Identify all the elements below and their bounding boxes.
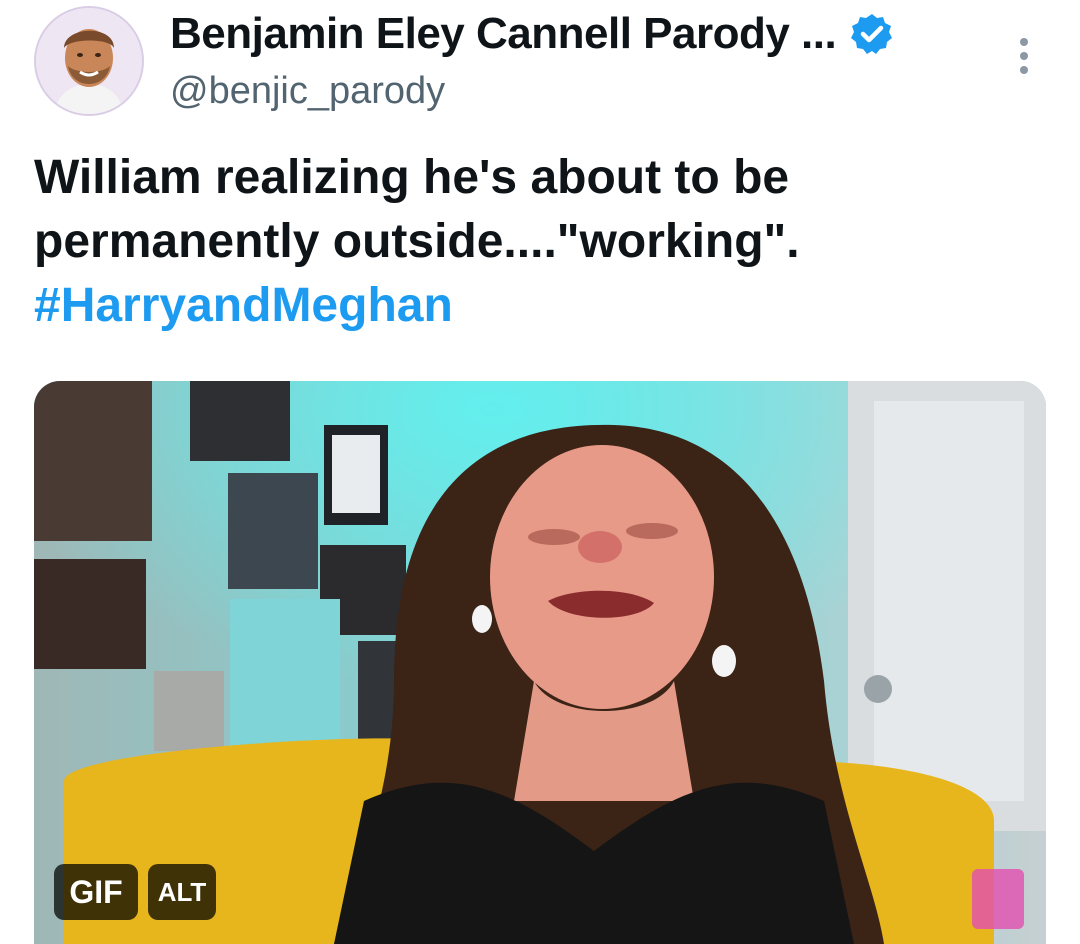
gif-media[interactable] bbox=[34, 381, 1046, 944]
alt-text-button[interactable]: ALT bbox=[148, 864, 216, 920]
author-name-row[interactable]: Benjamin Eley Cannell Parody ... bbox=[170, 6, 894, 62]
gif-badge: GIF bbox=[54, 864, 138, 920]
tweet-text-line-2: permanently outside...."working". bbox=[34, 215, 800, 268]
gif-frame bbox=[34, 381, 1046, 944]
hashtag-link[interactable]: #HarryandMeghan bbox=[34, 274, 1044, 338]
author-avatar[interactable] bbox=[34, 6, 144, 116]
more-options-icon[interactable] bbox=[1012, 38, 1036, 82]
tweet-text-line-1: William realizing he's about to be bbox=[34, 151, 790, 204]
author-handle[interactable]: @benjic_parody bbox=[170, 70, 445, 113]
verified-badge-icon bbox=[851, 14, 893, 54]
tweet-text: William realizing he's about to be perma… bbox=[34, 146, 1044, 338]
author-display-name[interactable]: Benjamin Eley Cannell Parody ... bbox=[170, 9, 837, 59]
avatar-portrait bbox=[36, 8, 142, 114]
